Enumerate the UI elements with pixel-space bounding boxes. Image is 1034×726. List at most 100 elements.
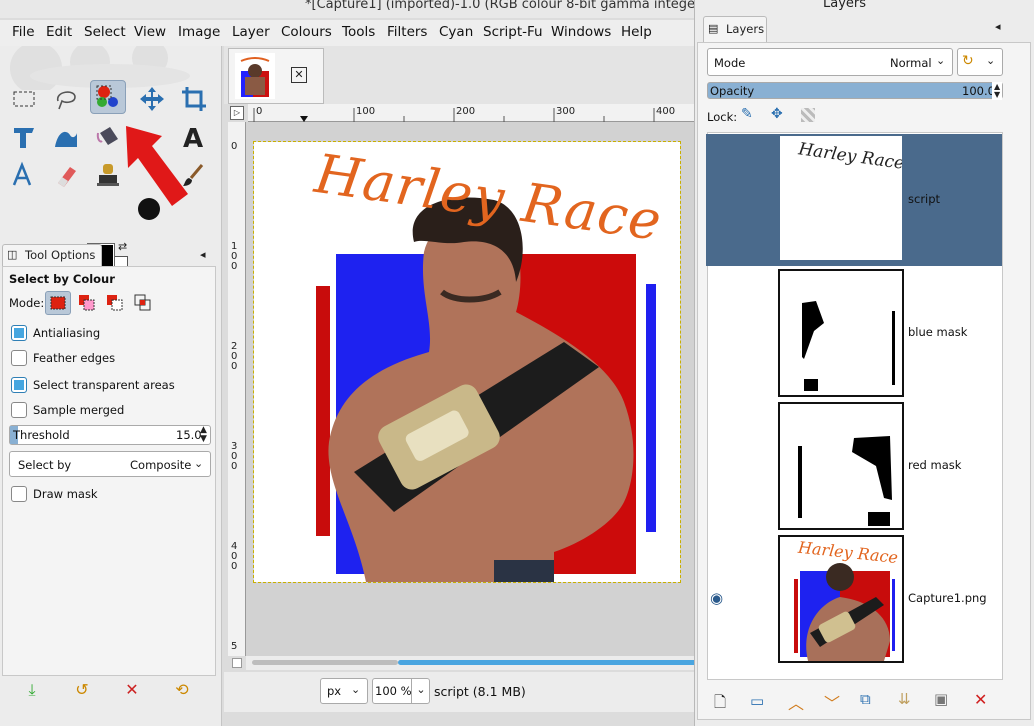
menu-layer[interactable]: Layer — [232, 24, 270, 40]
menu-cyan[interactable]: Cyan — [439, 24, 473, 40]
status-info-text: script (8.1 MB) — [434, 684, 526, 699]
feather-edges-checkbox[interactable] — [11, 350, 27, 366]
menu-colours[interactable]: Colours — [281, 24, 332, 40]
menu-file[interactable]: File — [12, 24, 35, 40]
clone-tool-icon[interactable] — [90, 158, 126, 192]
threshold-label: Threshold — [13, 428, 70, 442]
menu-filters[interactable]: Filters — [387, 24, 427, 40]
menu-script-fu[interactable]: Script-Fu — [483, 24, 543, 40]
foreground-blob-icon — [138, 198, 160, 220]
visibility-eye-icon[interactable]: ◉ — [710, 589, 723, 607]
lock-alpha-icon[interactable] — [801, 108, 815, 122]
draw-mask-checkbox[interactable] — [11, 486, 27, 502]
raise-layer-icon[interactable]: ︿ — [788, 690, 804, 714]
layer-row-red-mask[interactable]: red mask — [706, 400, 1002, 532]
layer-row-blue-mask[interactable]: blue mask — [706, 267, 1002, 399]
menu-tools[interactable]: Tools — [342, 24, 375, 40]
menu-select[interactable]: Select — [84, 24, 126, 40]
rect-select-tool-icon[interactable] — [6, 82, 42, 116]
layer-mode-dropdown[interactable]: Mode Normal ⌄ — [707, 48, 953, 76]
layer-name: red mask — [908, 458, 962, 472]
layers-dock-title: Layers — [823, 0, 867, 11]
mode-replace-button[interactable] — [45, 291, 71, 315]
mode-subtract-button[interactable] — [103, 291, 129, 315]
select-by-colour-tool-icon[interactable] — [90, 80, 126, 114]
unified-transform-tool-icon[interactable] — [6, 120, 42, 154]
menu-windows[interactable]: Windows — [551, 24, 611, 40]
new-layer-group-icon[interactable]: ▭ — [750, 692, 764, 710]
ruler-top-label: 400 — [656, 106, 676, 117]
menu-view[interactable]: View — [134, 24, 166, 40]
chevron-down-icon: ⌄ — [351, 683, 361, 696]
zoom-dropdown[interactable]: 100 % ⌄ — [372, 678, 430, 704]
scrollbar-thumb[interactable] — [398, 660, 698, 665]
zoom-value: 100 % — [375, 684, 412, 698]
opacity-slider[interactable]: Opacity 100.0 ▲ ▼ — [707, 82, 1003, 100]
select-by-dropdown[interactable]: Select by Composite ⌄ — [9, 451, 211, 477]
horizontal-scrollbar[interactable] — [246, 656, 700, 670]
new-layer-icon[interactable]: 🗋 — [714, 692, 726, 717]
composite-mode-dropdown[interactable]: ↻ ⌄ — [957, 48, 1003, 76]
bucket-fill-tool-icon[interactable] — [90, 120, 126, 154]
swap-colours-icon[interactable]: ⇄ — [118, 240, 127, 253]
unit-value: px — [327, 684, 342, 698]
navigate-icon[interactable] — [232, 658, 242, 668]
lock-label: Lock: — [707, 110, 738, 124]
menu-edit[interactable]: Edit — [46, 24, 72, 40]
delete-layer-icon[interactable]: ✕ — [974, 690, 987, 709]
lock-position-icon[interactable]: ✥ — [771, 106, 783, 122]
image-canvas[interactable]: Harley Race — [253, 141, 681, 583]
threshold-spin-icon[interactable]: ▲ ▼ — [200, 426, 207, 444]
paths-tool-icon[interactable] — [6, 158, 42, 192]
layer-mask-icon[interactable]: ▣ — [934, 690, 948, 708]
toolbox: A ⇄ ◫ Tool Options ◂ Select by Colour Mo… — [0, 46, 222, 726]
delete-options-icon[interactable]: ✕ — [122, 680, 142, 700]
tab-layers[interactable]: ▤ Layers — [703, 16, 767, 42]
reset-options-icon[interactable]: ⟲ — [172, 680, 192, 700]
menu-image[interactable]: Image — [178, 24, 220, 40]
chevron-down-icon: ⌄ — [411, 679, 430, 703]
menu-help[interactable]: Help — [621, 24, 652, 40]
unit-dropdown[interactable]: px ⌄ — [320, 678, 368, 704]
merge-down-icon[interactable]: ⇊ — [898, 690, 911, 708]
close-image-icon[interactable]: ✕ — [291, 67, 307, 83]
tab-tool-options[interactable]: ◫ Tool Options — [2, 244, 102, 266]
opacity-spin-icon[interactable]: ▲ ▼ — [992, 82, 1003, 100]
layer-row-capture1[interactable]: ◉ Harley Race Capture1.png — [706, 533, 1002, 665]
sample-merged-checkbox[interactable] — [11, 402, 27, 418]
select-transparent-label: Select transparent areas — [33, 378, 175, 392]
mode-add-button[interactable] — [75, 291, 101, 315]
configure-tab-icon[interactable]: ◂ — [995, 20, 1001, 33]
lock-pixels-icon[interactable]: ✎ — [741, 106, 753, 122]
threshold-slider[interactable]: Threshold 15.0 ▲ ▼ — [9, 425, 211, 445]
threshold-value: 15.0 — [176, 428, 202, 442]
configure-tab-icon[interactable]: ◂ — [200, 248, 206, 261]
mode-intersect-button[interactable] — [131, 291, 157, 315]
restore-options-icon[interactable]: ↺ — [72, 680, 92, 700]
crop-tool-icon[interactable] — [176, 82, 212, 116]
opacity-label: Opacity — [710, 84, 755, 98]
duplicate-layer-icon[interactable]: ⧉ — [860, 690, 871, 708]
layer-row-script[interactable]: Harley Race script — [706, 134, 1002, 266]
feather-edges-label: Feather edges — [33, 351, 116, 365]
antialiasing-checkbox[interactable] — [11, 325, 27, 341]
free-select-tool-icon[interactable] — [48, 82, 84, 116]
ruler-horizontal: 0 100 200 300 400 — [248, 104, 700, 122]
opacity-value: 100.0 — [962, 84, 995, 98]
ruler-vertical: 0 100 200 300 400 5 — [228, 122, 246, 656]
chevron-down-icon: ⌄ — [986, 54, 996, 67]
lower-layer-icon[interactable]: ﹀ — [824, 690, 840, 714]
warp-transform-tool-icon[interactable] — [48, 120, 84, 154]
tool-options-title: Select by Colour — [9, 272, 115, 286]
mode-label: Mode: — [9, 296, 45, 310]
quick-mask-icon[interactable]: ▷ — [230, 106, 244, 120]
image-tab-capture1[interactable]: ✕ — [228, 48, 324, 104]
save-options-icon[interactable]: ⤓ — [22, 680, 42, 700]
ruler-left-label: 400 — [231, 541, 238, 572]
svg-text:Harley Race: Harley Race — [796, 538, 899, 567]
select-transparent-checkbox[interactable] — [11, 377, 27, 393]
image-tabs-bar: ✕ — [224, 46, 700, 104]
eraser-tool-icon[interactable] — [48, 158, 84, 192]
move-tool-icon[interactable] — [134, 82, 170, 116]
layer-thumbnail — [778, 269, 904, 397]
